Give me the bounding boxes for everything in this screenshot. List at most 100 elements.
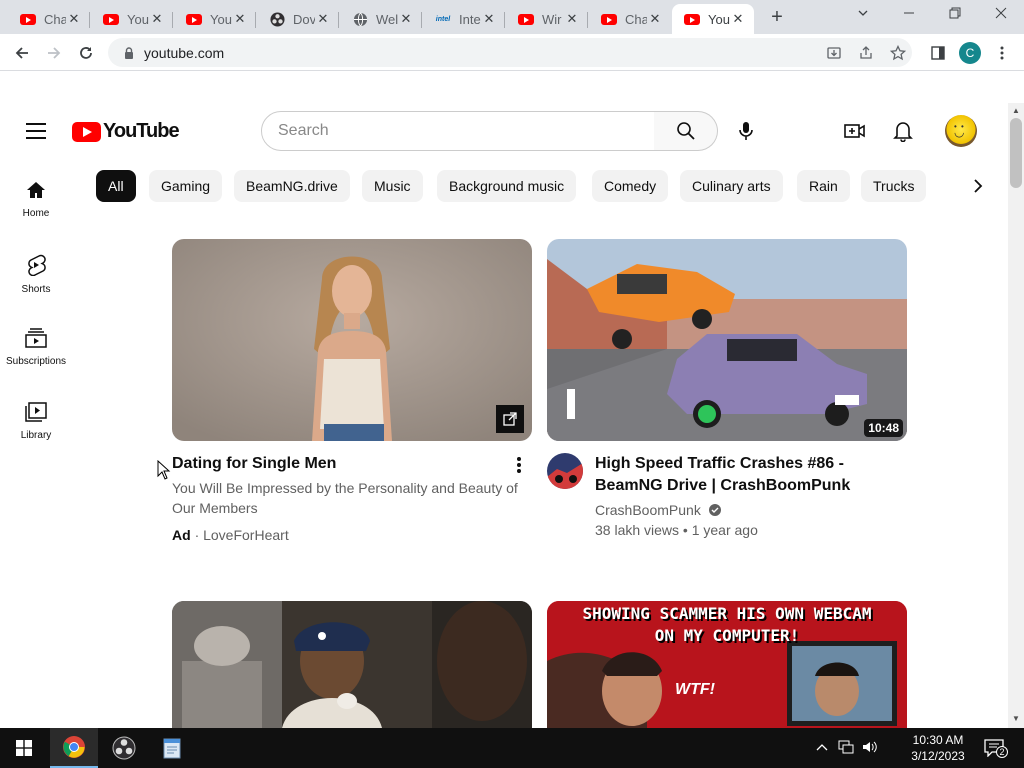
- back-button[interactable]: [10, 41, 34, 65]
- action-center-button[interactable]: 2: [980, 736, 1008, 760]
- verified-badge-icon: [708, 504, 721, 516]
- video-thumbnail[interactable]: [172, 601, 532, 728]
- chrome-menu-icon[interactable]: [990, 41, 1014, 65]
- advertiser-name[interactable]: · LoveForHeart: [195, 527, 289, 543]
- browser-tab[interactable]: You ✕: [91, 4, 173, 34]
- close-tab-icon[interactable]: ✕: [315, 11, 331, 27]
- chip-all[interactable]: All: [96, 170, 136, 202]
- minimize-button[interactable]: [899, 6, 919, 26]
- close-tab-icon[interactable]: ✕: [647, 11, 663, 27]
- tab-title: You: [708, 11, 730, 27]
- close-tab-icon[interactable]: ✕: [730, 11, 746, 27]
- new-tab-button[interactable]: +: [766, 7, 788, 29]
- sidebar-item-label: Home: [22, 208, 50, 219]
- close-tab-icon[interactable]: ✕: [149, 11, 165, 27]
- chip-gaming[interactable]: Gaming: [149, 170, 223, 202]
- thumbnail-caption-line: ON MY COMPUTER!: [654, 626, 800, 645]
- browser-tab-strip: Cha ✕ You ✕ You ✕ Dov ✕ Wel ✕ intel Inte…: [0, 0, 1024, 34]
- video-thumbnail[interactable]: 10:48: [547, 239, 907, 441]
- close-tab-icon[interactable]: ✕: [398, 11, 414, 27]
- chip-background-music[interactable]: Background music: [437, 170, 577, 202]
- chip-trucks[interactable]: Trucks: [861, 170, 927, 202]
- tab-title: Inte: [459, 11, 481, 27]
- close-tab-icon[interactable]: ✕: [232, 11, 248, 27]
- browser-tab[interactable]: intel Inte ✕: [423, 4, 505, 34]
- bookmark-star-icon[interactable]: [886, 41, 910, 65]
- create-video-button[interactable]: [841, 117, 869, 145]
- browser-tab[interactable]: Cha ✕: [8, 4, 90, 34]
- ad-title[interactable]: Dating for Single Men: [172, 453, 502, 475]
- chip-beamng[interactable]: BeamNG.drive: [234, 170, 350, 202]
- restore-button[interactable]: [945, 6, 965, 26]
- tab-title: Wir: [542, 11, 562, 27]
- scroll-up-arrow[interactable]: ▲: [1008, 104, 1024, 118]
- browser-tab[interactable]: You ✕: [174, 4, 256, 34]
- youtube-icon: [601, 11, 617, 27]
- open-external-button[interactable]: [496, 405, 524, 433]
- voice-search-button[interactable]: [730, 115, 762, 147]
- chip-rain[interactable]: Rain: [797, 170, 850, 202]
- share-icon[interactable]: [854, 41, 878, 65]
- show-hidden-icons-icon[interactable]: [816, 740, 828, 755]
- intel-icon: intel: [435, 15, 451, 23]
- start-button[interactable]: [0, 728, 48, 768]
- channel-name-row[interactable]: CrashBoomPunk: [595, 500, 721, 520]
- sidebar-item-label: Shorts: [21, 284, 51, 295]
- tab-title: You: [127, 11, 149, 27]
- system-clock[interactable]: 10:30 AM 3/12/2023: [900, 732, 976, 764]
- chips-next-button[interactable]: [968, 176, 988, 196]
- close-tab-icon[interactable]: ✕: [66, 11, 82, 27]
- page-scrollbar-thumb[interactable]: [1010, 118, 1022, 188]
- taskbar-obs[interactable]: [100, 728, 148, 768]
- tab-title: Cha: [44, 11, 66, 27]
- browser-tab-active[interactable]: You ✕: [672, 4, 754, 34]
- browser-tab[interactable]: Dov ✕: [257, 4, 339, 34]
- profile-avatar[interactable]: C: [959, 42, 981, 64]
- network-icon[interactable]: [838, 740, 854, 757]
- side-panel-icon[interactable]: [926, 41, 950, 65]
- youtube-icon: [103, 11, 119, 27]
- taskbar-app[interactable]: [148, 728, 196, 768]
- video-card[interactable]: [172, 601, 532, 728]
- video-card[interactable]: 10:48 High Speed Traffic Crashes #86 - B…: [547, 239, 907, 549]
- video-thumbnail[interactable]: SHOWING SCAMMER HIS OWN WEBCAM ON MY COM…: [547, 601, 907, 728]
- more-actions-icon[interactable]: [507, 453, 531, 477]
- close-window-button[interactable]: [991, 6, 1011, 26]
- search-input[interactable]: Search: [261, 111, 655, 151]
- sidebar-item-shorts[interactable]: Shorts: [0, 244, 72, 310]
- chip-comedy[interactable]: Comedy: [592, 170, 669, 202]
- taskbar-chrome[interactable]: [50, 728, 98, 768]
- install-app-icon[interactable]: [822, 41, 846, 65]
- chip-music[interactable]: Music: [362, 170, 423, 202]
- reload-button[interactable]: [74, 41, 98, 65]
- forward-button[interactable]: [42, 41, 66, 65]
- browser-tab[interactable]: Cha ✕: [589, 4, 671, 34]
- chip-culinary-arts[interactable]: Culinary arts: [680, 170, 783, 202]
- page-scrollbar-track[interactable]: [1008, 103, 1024, 728]
- sidebar-item-library[interactable]: Library: [0, 392, 72, 458]
- user-avatar[interactable]: [945, 115, 977, 147]
- scroll-down-arrow[interactable]: ▼: [1008, 712, 1024, 726]
- channel-name[interactable]: CrashBoomPunk: [595, 502, 701, 518]
- mouse-cursor-icon: [157, 460, 171, 480]
- browser-tab[interactable]: Wel ✕: [340, 4, 422, 34]
- video-title[interactable]: High Speed Traffic Crashes #86 - BeamNG …: [595, 453, 895, 497]
- close-tab-icon[interactable]: ✕: [564, 11, 580, 27]
- notifications-button[interactable]: [889, 117, 917, 145]
- ad-thumbnail[interactable]: [172, 239, 532, 441]
- guide-menu-icon[interactable]: [26, 123, 46, 139]
- channel-avatar[interactable]: [547, 453, 583, 489]
- video-card[interactable]: SHOWING SCAMMER HIS OWN WEBCAM ON MY COM…: [547, 601, 907, 728]
- browser-tab[interactable]: Wir ✕: [506, 4, 588, 34]
- close-tab-icon[interactable]: ✕: [481, 11, 497, 27]
- video-camera-plus-icon: [844, 124, 865, 138]
- address-bar[interactable]: youtube.com: [108, 38, 912, 67]
- ad-card[interactable]: Dating for Single Men You Will Be Impres…: [172, 239, 532, 549]
- sidebar-item-home[interactable]: Home: [0, 170, 72, 236]
- youtube-logo[interactable]: YouTube: [72, 120, 180, 143]
- tab-search-icon[interactable]: [853, 6, 873, 26]
- search-button[interactable]: [654, 111, 718, 151]
- sidebar-item-subscriptions[interactable]: Subscriptions: [0, 318, 72, 384]
- volume-icon[interactable]: [862, 740, 878, 757]
- thumbnail-caption: SHOWING SCAMMER HIS OWN WEBCAM ON MY COM…: [547, 603, 907, 647]
